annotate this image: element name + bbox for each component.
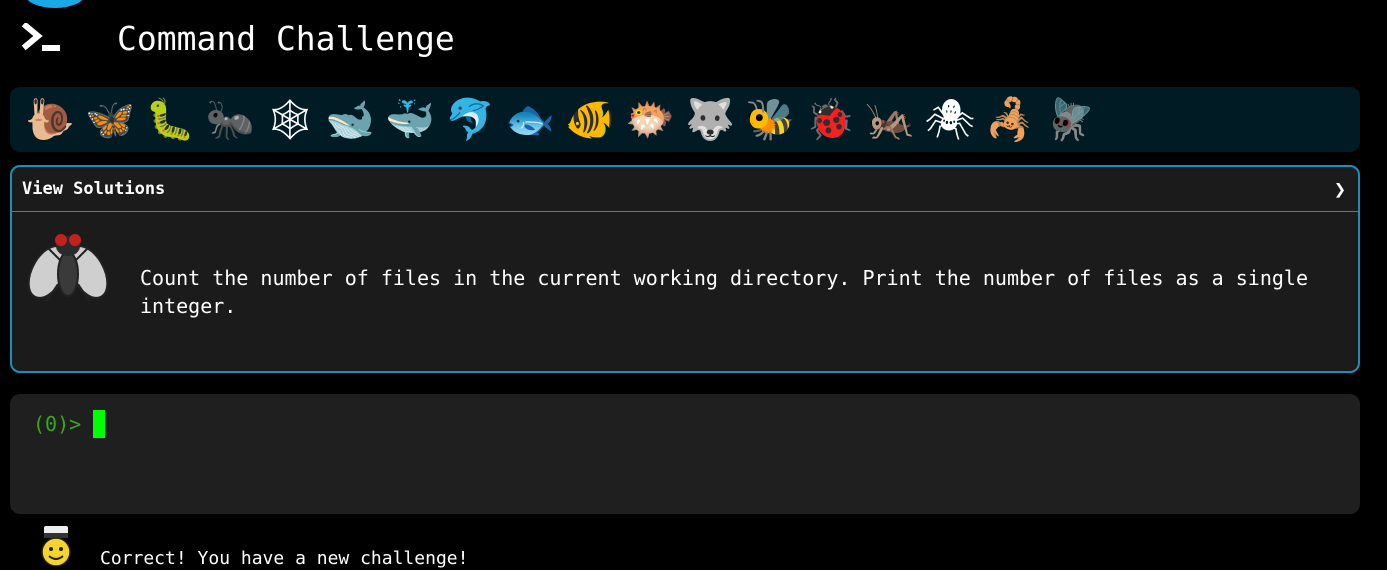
bug-whale-icon[interactable]: 🐋 [320, 90, 380, 150]
header: Command Challenge [22, 18, 455, 58]
fly-icon [27, 226, 109, 310]
prompt-line[interactable]: (0)> [33, 410, 106, 438]
terminal-prompt-icon[interactable] [22, 18, 66, 58]
challenge-body: Count the number of files in the current… [12, 212, 1358, 371]
bug-scorpion-icon[interactable]: 🦂 [980, 90, 1040, 150]
bug-wolf-icon[interactable]: 🐺 [680, 90, 740, 150]
bug-dolphin-icon[interactable]: 🐬 [440, 90, 500, 150]
bug-butterfly-icon[interactable]: 🦋 [80, 90, 140, 150]
terminal[interactable]: (0)> [10, 394, 1360, 514]
bug-spider-web-icon[interactable]: 🕸 [260, 90, 320, 150]
bug-bee-icon[interactable]: 🐝 [740, 90, 800, 150]
bug-spider-icon[interactable]: 🕷 [920, 90, 980, 150]
bug-tropical-fish-icon[interactable]: 🐠 [560, 90, 620, 150]
bug-cricket-icon[interactable]: 🦗 [860, 90, 920, 150]
bug-ant-icon[interactable]: 🐜 [200, 90, 260, 150]
bug-blowfish-icon[interactable]: 🐡 [620, 90, 680, 150]
terminal-cursor [93, 410, 106, 438]
challenge-progress-bar: 🐌 🦋 🐛 🐜 🕸 🐋 🐳 🐬 🐟 🐠 🐡 🐺 🐝 🐞 🦗 🕷 🦂 🪰 [10, 87, 1360, 152]
solutions-panel: View Solutions ❯ Count the number of fil… [10, 165, 1360, 373]
challenge-description: Count the number of files in the current… [140, 266, 1308, 318]
chef-face-icon [38, 526, 74, 567]
bug-spouting-whale-icon[interactable]: 🐳 [380, 90, 440, 150]
bug-caterpillar-icon[interactable]: 🐛 [140, 90, 200, 150]
bug-fly-icon[interactable]: 🪰 [1040, 90, 1100, 150]
bug-fish-icon[interactable]: 🐟 [500, 90, 560, 150]
bug-ladybug-icon[interactable]: 🐞 [800, 90, 860, 150]
bug-snail-icon[interactable]: 🐌 [20, 90, 80, 150]
page-title: Command Challenge [117, 18, 455, 58]
view-solutions-toggle[interactable]: View Solutions ❯ [12, 167, 1358, 212]
prompt: (0)> [33, 412, 82, 436]
status-message: Correct! You have a new challenge! [100, 548, 469, 569]
top-arc-decoration [24, 0, 86, 8]
status-row: Correct! You have a new challenge! [38, 526, 468, 569]
chevron-right-icon: ❯ [1333, 177, 1346, 201]
view-solutions-label: View Solutions [22, 179, 166, 199]
